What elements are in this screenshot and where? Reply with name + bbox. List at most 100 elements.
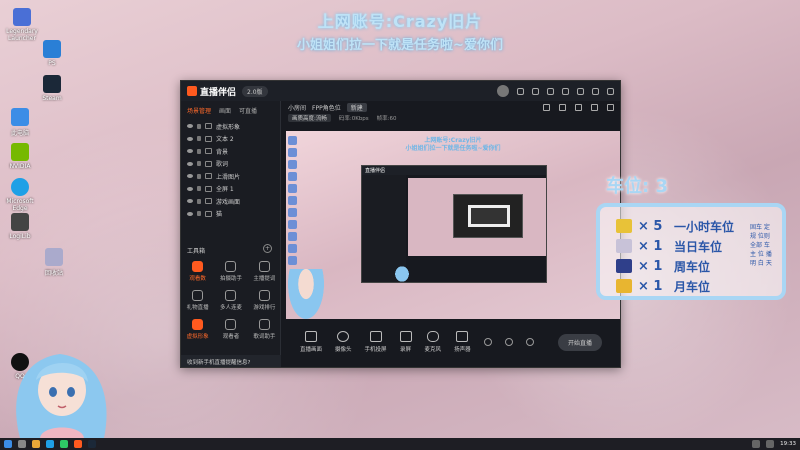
camera-small-icon[interactable]	[483, 338, 492, 346]
lock-icon[interactable]	[197, 186, 201, 192]
new-scene-button[interactable]: 新建	[346, 102, 367, 112]
menu-icon[interactable]	[562, 87, 569, 95]
nested-preview	[408, 178, 546, 256]
eye-icon[interactable]	[187, 211, 193, 216]
close-icon[interactable]	[607, 87, 614, 95]
app-window: 直播伴侣 2.0版 场景管理 画面 可直播 虚拟形象 文本 2 背景 歌词 上滑…	[180, 80, 621, 368]
eye-icon[interactable]	[187, 161, 193, 166]
desktop-icon[interactable]: 此电脑	[2, 108, 38, 137]
tab-picture[interactable]: 画面	[219, 106, 231, 115]
scene-item[interactable]: 全屏 1	[181, 183, 280, 196]
desktop-icon[interactable]: PS	[34, 40, 70, 67]
tab-scenes[interactable]: 场景管理	[187, 106, 211, 115]
scene-item[interactable]: 歌词	[181, 158, 280, 171]
desktop-icon[interactable]: Microsoft Edge	[2, 178, 38, 212]
start-icon[interactable]	[4, 440, 12, 448]
eye-icon[interactable]	[187, 136, 193, 141]
wechat-icon[interactable]	[60, 440, 68, 448]
scene-item[interactable]: 上滑图片	[181, 170, 280, 183]
scene-tab[interactable]: FPP角色位	[312, 103, 341, 112]
add-tool-button[interactable]: +	[263, 244, 272, 253]
edge-icon	[11, 178, 29, 196]
eye-icon[interactable]	[187, 186, 193, 191]
scene-item[interactable]: 背景	[181, 145, 280, 158]
lock-icon[interactable]	[197, 211, 201, 217]
source-icon	[205, 148, 212, 155]
record-button[interactable]: 录屏	[399, 331, 412, 353]
tool-item[interactable]: 拍摄助手	[214, 261, 247, 282]
desktop-icon[interactable]: 回收站	[36, 248, 72, 277]
steam-icon[interactable]	[88, 440, 96, 448]
avatar[interactable]	[497, 85, 509, 97]
settings-icon[interactable]	[525, 338, 534, 346]
tool-item[interactable]: 虚拟形象	[181, 319, 214, 340]
search-icon[interactable]	[18, 440, 26, 448]
tool-item[interactable]: 歌词助手	[248, 319, 281, 340]
folder-icon[interactable]	[32, 440, 40, 448]
lock-icon[interactable]	[197, 123, 201, 129]
edge-icon[interactable]	[46, 440, 54, 448]
lock-icon[interactable]	[197, 161, 201, 167]
tool-item[interactable]: 观看数	[181, 261, 214, 282]
grid-icon[interactable]	[543, 103, 550, 111]
version-tag[interactable]: 2.0版	[242, 85, 268, 97]
crop-icon[interactable]	[575, 103, 582, 111]
clock[interactable]: 19:33	[780, 441, 796, 447]
source-icon	[205, 185, 212, 192]
tool-item[interactable]: 观看者	[214, 319, 247, 340]
quality-badge[interactable]: 画质高度:流畅	[288, 114, 331, 122]
car-row: × 1 当日车位	[616, 237, 722, 255]
lock-icon[interactable]	[197, 173, 201, 179]
eye-icon[interactable]	[187, 199, 193, 204]
left-panel: 场景管理 画面 可直播 虚拟形象 文本 2 背景 歌词 上滑图片 全屏 1 游戏…	[181, 101, 281, 367]
eye-icon[interactable]	[187, 174, 193, 179]
tool-item[interactable]: 礼物直播	[181, 290, 214, 311]
tab-live[interactable]: 可直播	[239, 106, 257, 115]
tool-item[interactable]: 游戏排行	[248, 290, 281, 311]
eye-icon[interactable]	[187, 149, 193, 154]
desktop-icon[interactable]: Steam	[34, 75, 70, 102]
source-icon	[205, 123, 212, 130]
left-tabs: 场景管理 画面 可直播	[181, 101, 280, 120]
lock-icon[interactable]	[197, 136, 201, 142]
speaker-button[interactable]: 扬声器	[454, 331, 471, 353]
monitor-icon	[305, 331, 317, 342]
shirt-icon[interactable]	[547, 87, 554, 95]
tool-icon	[258, 290, 270, 301]
share-icon[interactable]	[607, 103, 614, 111]
scene-tab[interactable]: 小房间	[288, 103, 306, 112]
desktop-icon[interactable]: LogiLib	[2, 213, 38, 240]
scene-item[interactable]: 游戏画面	[181, 195, 280, 208]
tool-icon	[192, 290, 204, 301]
desktop-icon[interactable]: NVIDIA	[2, 143, 38, 170]
volume-icon[interactable]	[766, 440, 775, 448]
camera-button[interactable]: 摄像头	[335, 331, 352, 353]
desktop-icon[interactable]: Legendary Launcher	[4, 8, 40, 42]
stream-preview[interactable]: 上网账号:Crazy旧片 小姐姐们拉一下就是任务啦~爱你们 直播伴侣	[286, 131, 620, 319]
record-small-icon[interactable]	[504, 338, 513, 346]
screen-capture-button[interactable]: 直播画面	[300, 331, 322, 353]
scene-item[interactable]: 文本 2	[181, 133, 280, 146]
start-live-button[interactable]: 开始直播	[557, 333, 602, 351]
notice-banner[interactable]: 收到新手机直播提醒信息?	[181, 355, 281, 367]
layout-icon[interactable]	[559, 103, 566, 111]
toolbar-icons	[543, 103, 614, 111]
tool-item[interactable]: 多人连麦	[214, 290, 247, 311]
tool-item[interactable]: 主播提词	[248, 261, 281, 282]
rotate-icon[interactable]	[591, 103, 598, 111]
lock-icon[interactable]	[197, 148, 201, 154]
phone-cast-button[interactable]: 手机投屏	[365, 331, 387, 353]
network-icon[interactable]	[752, 440, 761, 448]
settings-icon[interactable]	[517, 87, 524, 95]
microphone-button[interactable]: 麦克风	[425, 331, 441, 353]
scene-item[interactable]: 猫	[181, 208, 280, 221]
scene-item[interactable]: 虚拟形象	[181, 120, 280, 133]
mail-icon[interactable]	[532, 87, 539, 95]
live-app-icon[interactable]	[74, 440, 82, 448]
lock-icon[interactable]	[197, 198, 201, 204]
computer-icon	[11, 108, 29, 126]
eye-icon[interactable]	[187, 124, 193, 129]
maximize-icon[interactable]	[592, 87, 599, 95]
minimize-icon[interactable]	[577, 87, 584, 95]
preview-desktop-icons	[288, 133, 302, 268]
